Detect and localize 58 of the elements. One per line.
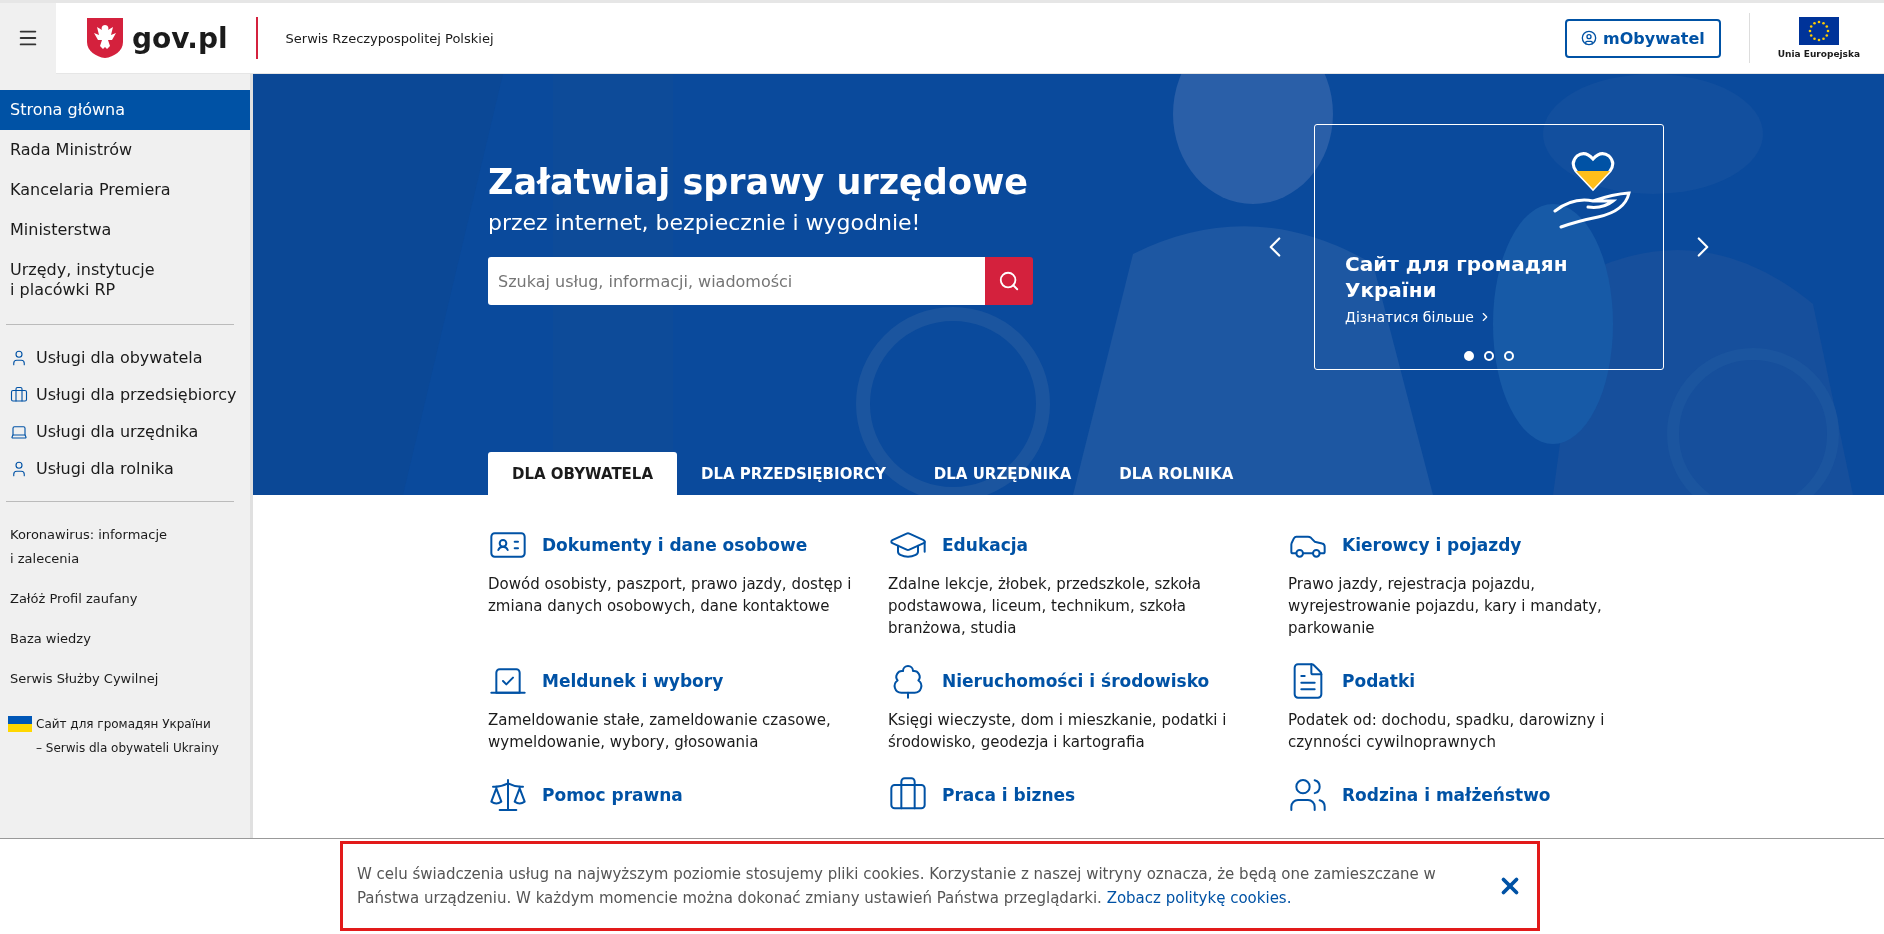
hero-subtitle: przez internet, bezpiecznie i wygodnie!: [488, 210, 922, 235]
card-link[interactable]: Дізнатися більше: [1345, 309, 1633, 325]
sidebar-item[interactable]: Usługi dla obywatela: [0, 339, 250, 376]
category-title[interactable]: Kierowcy i pojazdy: [1342, 535, 1522, 555]
eagle-logo-icon: [86, 17, 124, 59]
category-title[interactable]: Pomoc prawna: [542, 785, 683, 805]
logo-text[interactable]: gov.pl: [132, 21, 228, 55]
briefcase-icon: [10, 385, 28, 404]
slide-dot[interactable]: [1464, 351, 1474, 361]
sidebar-link[interactable]: Koronawirus: informacje i zalecenia: [0, 516, 250, 580]
card-title: Сайт для громадян України: [1345, 251, 1569, 303]
category-description: Księgi wieczyste, dom i mieszkanie, podatki i środowisko, geodezja i kartografia: [888, 710, 1228, 753]
menu-button[interactable]: [0, 2, 56, 74]
category-title[interactable]: Rodzina i małżeństwo: [1342, 785, 1551, 805]
slide-dot[interactable]: [1504, 351, 1514, 361]
sidebar-item[interactable]: Rada Ministrów: [0, 130, 250, 170]
cookie-policy-link[interactable]: Zobacz politykę cookies.: [1106, 889, 1292, 907]
category-title[interactable]: Dokumenty i dane osobowe: [542, 535, 808, 555]
cookie-text: W celu świadczenia usług na najwyższym poziomie stosujemy pliki cookies. Korzystanie z naszej witryny oznacza, że będą one zamieszczane w Państwa urządzeniu. W każdym momencie można dokonać zmiany ustawień Państwa przeglądarki. Zobacz politykę cookies.: [357, 864, 1437, 909]
heart-in-hand-icon: [1553, 149, 1633, 231]
sidebar-item[interactable]: Usługi dla urzędnika: [0, 413, 250, 450]
category-title[interactable]: Nieruchomości i środowisko: [942, 671, 1210, 691]
eu-label: Unia Europejska: [1777, 49, 1860, 59]
slide-dot[interactable]: [1484, 351, 1494, 361]
sidebar-item[interactable]: Ministerstwa: [0, 210, 250, 250]
category-description: Dowód osobisty, paszport, prawo jazdy, dostęp i zmiana danych osobowych, dane kontaktowe: [488, 574, 853, 617]
hero-title: Załatwiaj sprawy urzędowe: [488, 162, 1030, 202]
category-title[interactable]: Praca i biznes: [942, 785, 1076, 805]
sidebar-item[interactable]: Kancelaria Premiera: [0, 170, 250, 210]
search-icon: [998, 270, 1020, 292]
person-icon: [10, 459, 28, 478]
tab[interactable]: DLA ROLNIKA: [1095, 452, 1258, 495]
category-title[interactable]: Edukacja: [942, 535, 1029, 555]
category-title[interactable]: Meldunek i wybory: [542, 671, 724, 691]
category-description: Zdalne lekcje, żłobek, przedszkole, szkoła podstawowa, liceum, technikum, szkoła branżowa, studia: [888, 574, 1202, 639]
category-description: Podatek od: dochodu, spadku, darowizny i czynności cywilnoprawnych: [1288, 710, 1606, 753]
sidebar-link[interactable]: Сайт для громадян України – Serwis dla obywateli Ukrainy: [36, 712, 219, 760]
person-icon: [10, 348, 28, 367]
category-title[interactable]: Podatki: [1342, 671, 1416, 691]
tab[interactable]: DLA OBYWATELA: [488, 452, 678, 495]
sidebar-link[interactable]: Załóż Profil zaufany: [0, 580, 250, 620]
tab[interactable]: DLA URZĘDNIKA: [909, 452, 1096, 495]
category-description: Zameldowanie stałe, zameldowanie czasowe, wymeldowanie, wybory, głosowania: [488, 710, 832, 753]
user-icon: [1581, 30, 1598, 46]
ukraine-flag-icon: [8, 716, 32, 732]
search-button[interactable]: [985, 257, 1033, 305]
sidebar-link[interactable]: Baza wiedzy: [0, 620, 250, 660]
tab[interactable]: DLA PRZEDSIĘBIORCY: [677, 452, 910, 495]
sidebar-item[interactable]: Usługi dla przedsiębiorcy: [0, 376, 250, 413]
sidebar-item[interactable]: Strona główna: [0, 90, 250, 130]
category-description: Prawo jazdy, rejestracja pojazdu, wyrejestrowanie pojazdu, kary i mandaty, parkowanie: [1288, 574, 1603, 639]
site-name: Serwis Rzeczypospolitej Polskiej: [285, 30, 495, 46]
search-field[interactable]: Szukaj usług, informacji, wiadomości: [488, 257, 985, 305]
login-button[interactable]: mObywatel: [1565, 18, 1721, 58]
sidebar-item[interactable]: Urzędy, instytucje i placówki RP: [0, 250, 250, 310]
sidebar-link[interactable]: Serwis Służby Cywilnej: [0, 660, 250, 700]
eu-flag-icon: [1798, 17, 1839, 45]
sidebar-item[interactable]: Usługi dla rolnika: [0, 450, 250, 487]
